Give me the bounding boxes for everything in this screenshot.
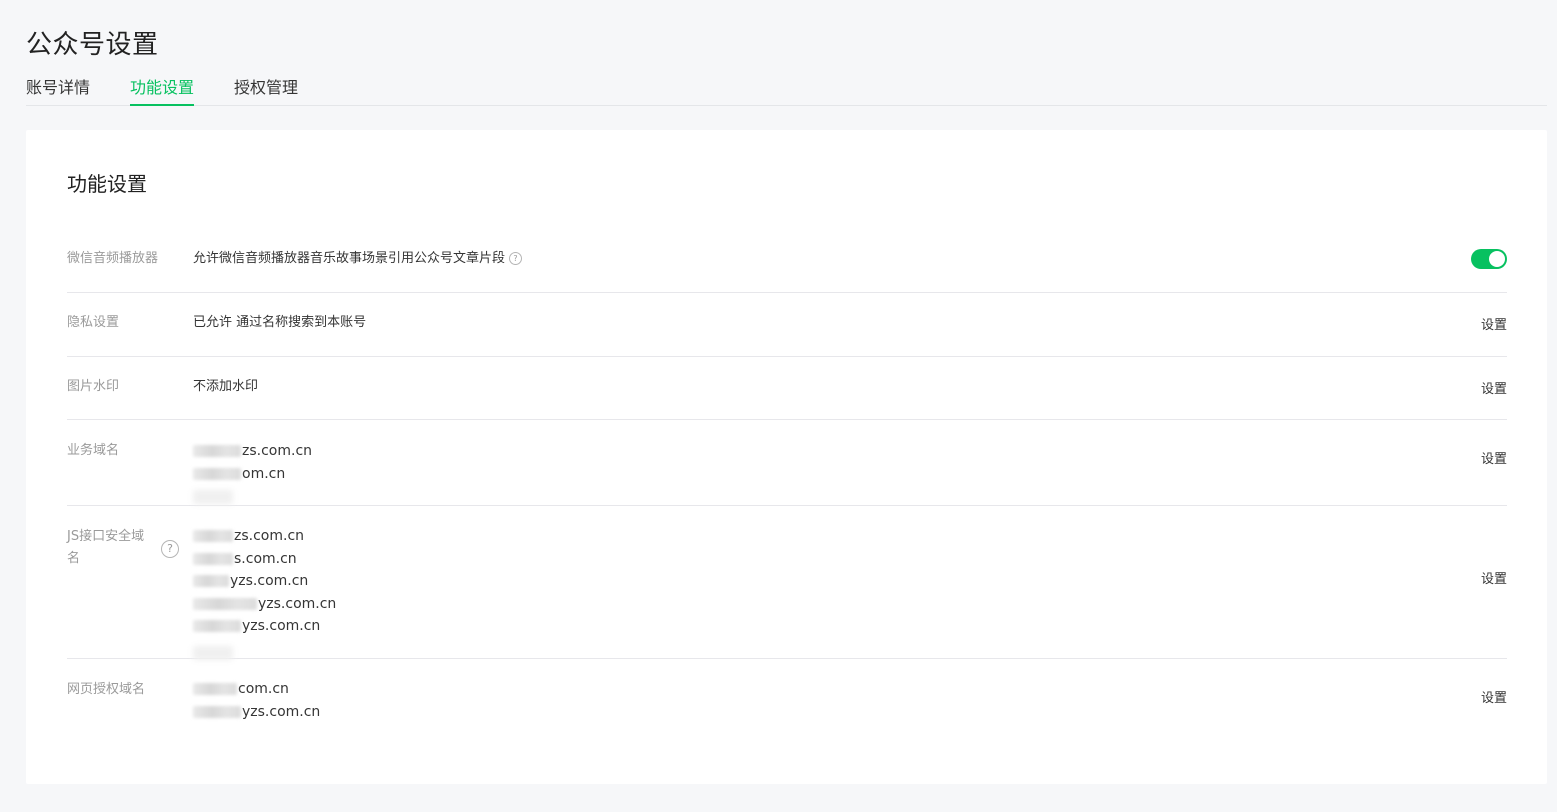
page-title: 公众号设置 — [26, 30, 159, 60]
redacted-blur — [193, 552, 233, 565]
redacted-blur — [193, 646, 233, 660]
redacted-blur — [193, 620, 241, 633]
redacted-blur — [193, 683, 237, 696]
redacted-blur — [193, 705, 241, 718]
audio-player-description: 允许微信音频播放器音乐故事场景引用公众号文章片段 — [193, 251, 506, 266]
redacted-blur — [193, 597, 257, 610]
tab-bar: 账号详情 功能设置 授权管理 — [26, 76, 1547, 106]
privacy-value: 已允许 通过名称搜索到本账号 — [193, 315, 367, 330]
row-oauth-domain: 网页授权域名 com.cn yzs.com.cn 设置 — [67, 659, 1507, 739]
row-audio-player: 微信音频播放器 允许微信音频播放器音乐故事场景引用公众号文章片段? — [67, 228, 1507, 293]
js-domain-settings-link[interactable]: 设置 — [1481, 568, 1507, 587]
domain-item: yzs.com.cn — [193, 701, 320, 724]
row-label-audio-player: 微信音频播放器 — [67, 251, 159, 266]
help-icon[interactable]: ? — [509, 252, 523, 265]
redacted-blur — [193, 490, 233, 504]
js-domain-list: zs.com.cn s.com.cn yzs.com.cn yzs.com.cn… — [193, 525, 336, 638]
domain-item: yzs.com.cn — [193, 615, 336, 638]
row-label-oauth-domain: 网页授权域名 — [67, 682, 146, 697]
tab-feature-settings[interactable]: 功能设置 — [130, 76, 195, 106]
watermark-settings-link[interactable]: 设置 — [1481, 378, 1507, 397]
redacted-blur — [193, 575, 229, 588]
watermark-value: 不添加水印 — [193, 379, 259, 394]
row-label-privacy: 隐私设置 — [67, 315, 120, 330]
row-js-domain: JS接口安全域名 ? zs.com.cn s.com.cn yzs.com.cn… — [67, 506, 1507, 660]
oauth-domain-settings-link[interactable]: 设置 — [1481, 687, 1507, 706]
domain-item: s.com.cn — [193, 548, 336, 571]
tab-authorization-management[interactable]: 授权管理 — [234, 76, 298, 105]
section-title: 功能设置 — [67, 172, 147, 196]
audio-player-toggle[interactable] — [1471, 249, 1507, 269]
row-watermark: 图片水印 不添加水印 设置 — [67, 357, 1507, 420]
tab-account-details[interactable]: 账号详情 — [26, 76, 90, 105]
oauth-domain-list: com.cn yzs.com.cn — [193, 678, 320, 723]
help-icon[interactable]: ? — [161, 540, 179, 558]
domain-item: zs.com.cn — [193, 525, 336, 548]
row-label-watermark: 图片水印 — [67, 379, 120, 394]
privacy-settings-link[interactable]: 设置 — [1481, 314, 1507, 333]
domain-item: yzs.com.cn — [193, 593, 336, 616]
domain-item: zs.com.cn — [193, 440, 312, 463]
domain-item: com.cn — [193, 678, 320, 701]
domain-item: om.cn — [193, 463, 312, 486]
business-domain-list: zs.com.cn om.cn — [193, 440, 312, 485]
settings-card: 功能设置 微信音频播放器 允许微信音频播放器音乐故事场景引用公众号文章片段? 隐… — [26, 130, 1547, 784]
row-content-audio-player: 允许微信音频播放器音乐故事场景引用公众号文章片段? — [193, 248, 523, 271]
domain-item: yzs.com.cn — [193, 570, 336, 593]
row-label-js-domain: JS接口安全域名 — [67, 529, 145, 566]
redacted-blur — [193, 445, 241, 458]
business-domain-settings-link[interactable]: 设置 — [1481, 448, 1507, 467]
row-privacy: 隐私设置 已允许 通过名称搜索到本账号 设置 — [67, 293, 1507, 357]
redacted-blur — [193, 467, 241, 480]
redacted-blur — [193, 530, 233, 543]
row-label-business-domain: 业务域名 — [67, 443, 120, 458]
row-business-domain: 业务域名 zs.com.cn om.cn 设置 — [67, 420, 1507, 506]
